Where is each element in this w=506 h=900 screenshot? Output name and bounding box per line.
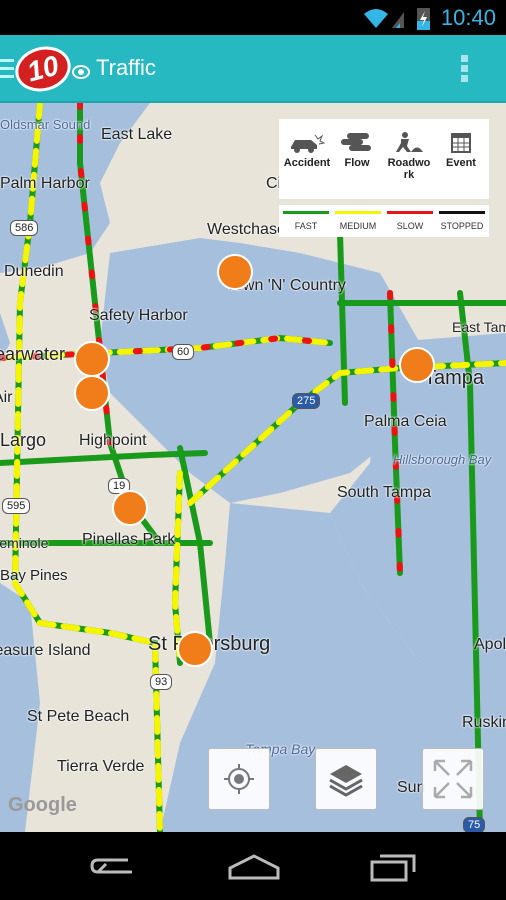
map-label: Dunedin bbox=[4, 263, 64, 280]
flow-marker[interactable] bbox=[177, 631, 213, 667]
my-location-icon bbox=[224, 764, 254, 794]
clock: 10:40 bbox=[440, 5, 496, 30]
map-label: Tierra Verde bbox=[57, 758, 145, 775]
map-label: Seminole bbox=[0, 535, 49, 551]
status-bar: 10:40 bbox=[0, 0, 506, 35]
map-label: East Tampa bbox=[452, 319, 506, 335]
page-title: Traffic bbox=[96, 55, 156, 80]
home-icon[interactable] bbox=[228, 854, 280, 880]
map-label: Treasure Island bbox=[0, 642, 91, 659]
map-label: Safety Harbor bbox=[89, 307, 188, 324]
map-label: East Lake bbox=[101, 126, 173, 143]
map-label: Clearwater bbox=[0, 344, 66, 364]
roadwork-marker[interactable] bbox=[217, 254, 253, 290]
legend-flow[interactable]: Flow bbox=[331, 131, 383, 169]
speed-slow: SLOW bbox=[387, 211, 433, 231]
app-bar: 10 Traffic bbox=[0, 35, 506, 103]
speed-label: MEDIUM bbox=[339, 221, 377, 231]
route-shield: 595 bbox=[2, 498, 31, 514]
map-label: Hillsborough Bay bbox=[393, 452, 492, 467]
map-label: Clearwater Air bbox=[0, 389, 13, 406]
speed-medium: MEDIUM bbox=[335, 211, 381, 231]
legend-event[interactable]: Event bbox=[435, 131, 487, 169]
my-location-button[interactable] bbox=[208, 748, 270, 810]
flow-marker[interactable] bbox=[74, 341, 110, 377]
layers-icon bbox=[329, 765, 363, 797]
legend-label: Roadwork bbox=[387, 157, 431, 181]
route-shield: 60 bbox=[172, 344, 195, 360]
map-label: St Pete Beach bbox=[27, 708, 130, 725]
map-label: Largo bbox=[0, 430, 47, 450]
layers-button[interactable] bbox=[315, 748, 377, 810]
map-label: Oldsmar Sound bbox=[0, 117, 91, 132]
speed-label: FAST bbox=[294, 221, 318, 231]
menu-icon[interactable] bbox=[0, 59, 14, 79]
back-icon[interactable] bbox=[88, 854, 136, 880]
speed-label: SLOW bbox=[396, 221, 424, 231]
accident-icon bbox=[291, 134, 325, 153]
google-attribution: Google bbox=[8, 794, 77, 816]
map-label: Palma Ceia bbox=[364, 413, 447, 430]
route-shield: 93 bbox=[150, 674, 173, 690]
overflow-menu-icon[interactable] bbox=[461, 55, 471, 83]
map-label: Bay Pines bbox=[0, 567, 68, 584]
map-label: Highpoint bbox=[79, 432, 147, 449]
map-label: Palm Harbor bbox=[0, 175, 90, 192]
flow-icon bbox=[341, 133, 371, 151]
speed-label: STOPPED bbox=[440, 221, 484, 231]
fullscreen-button[interactable] bbox=[422, 748, 484, 810]
event-icon bbox=[451, 133, 471, 153]
wifi-icon bbox=[364, 9, 404, 28]
route-shield: 75 bbox=[463, 817, 486, 832]
map-label: Pinellas Park bbox=[82, 531, 176, 548]
map-label: Westchase bbox=[207, 221, 286, 238]
flow-marker[interactable] bbox=[399, 347, 435, 383]
logo-text: 10 bbox=[23, 49, 62, 88]
recent-apps-icon[interactable] bbox=[370, 852, 418, 882]
legend-accident[interactable]: Accident bbox=[281, 131, 333, 169]
legend-label: Flow bbox=[344, 157, 370, 169]
speed-legend: FAST MEDIUM SLOW STOPPED bbox=[279, 205, 489, 237]
speed-fast: FAST bbox=[283, 211, 329, 231]
legend-label: Accident bbox=[283, 157, 331, 169]
accident-marker[interactable] bbox=[112, 490, 148, 526]
legend-label: Event bbox=[446, 157, 476, 169]
battery-charging-icon bbox=[417, 8, 430, 30]
accident-marker[interactable] bbox=[74, 375, 110, 411]
legend-roadwork[interactable]: Roadwork bbox=[383, 131, 435, 181]
cbs-eye-icon bbox=[72, 65, 90, 79]
map-label: Ruskin bbox=[462, 714, 506, 731]
speed-stopped: STOPPED bbox=[439, 211, 485, 231]
route-shield: 586 bbox=[10, 220, 39, 236]
map-label: Apollo bbox=[474, 636, 506, 653]
logo[interactable]: 10 bbox=[10, 40, 76, 98]
navigation-bar bbox=[0, 832, 506, 900]
route-shield: 275 bbox=[292, 393, 321, 409]
roadwork-icon bbox=[396, 132, 423, 152]
map-label: South Tampa bbox=[337, 484, 431, 501]
fullscreen-icon bbox=[433, 759, 473, 799]
incident-legend: Accident Flow Roadwork Event bbox=[279, 119, 489, 199]
